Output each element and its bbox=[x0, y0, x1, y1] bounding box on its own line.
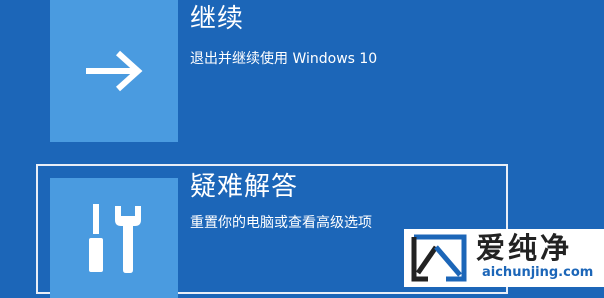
continue-description: 退出并继续使用 Windows 10 bbox=[190, 51, 378, 67]
continue-title: 继续 bbox=[190, 4, 245, 34]
arrow-right-icon bbox=[86, 50, 143, 92]
troubleshoot-description: 重置你的电脑或查看高级选项 bbox=[190, 215, 372, 231]
continue-option[interactable]: 继续 退出并继续使用 Windows 10 bbox=[36, 0, 508, 148]
aichunjing-logo-icon bbox=[411, 234, 467, 282]
continue-tile[interactable] bbox=[50, 0, 178, 142]
tools-icon bbox=[89, 204, 141, 273]
troubleshoot-tile[interactable] bbox=[50, 178, 178, 298]
watermark-domain: aichunjing.com bbox=[482, 265, 594, 280]
troubleshoot-title: 疑难解答 bbox=[190, 172, 299, 202]
watermark: 爱纯净 aichunjing.com bbox=[404, 229, 604, 287]
watermark-name: 爱纯净 bbox=[476, 231, 573, 265]
